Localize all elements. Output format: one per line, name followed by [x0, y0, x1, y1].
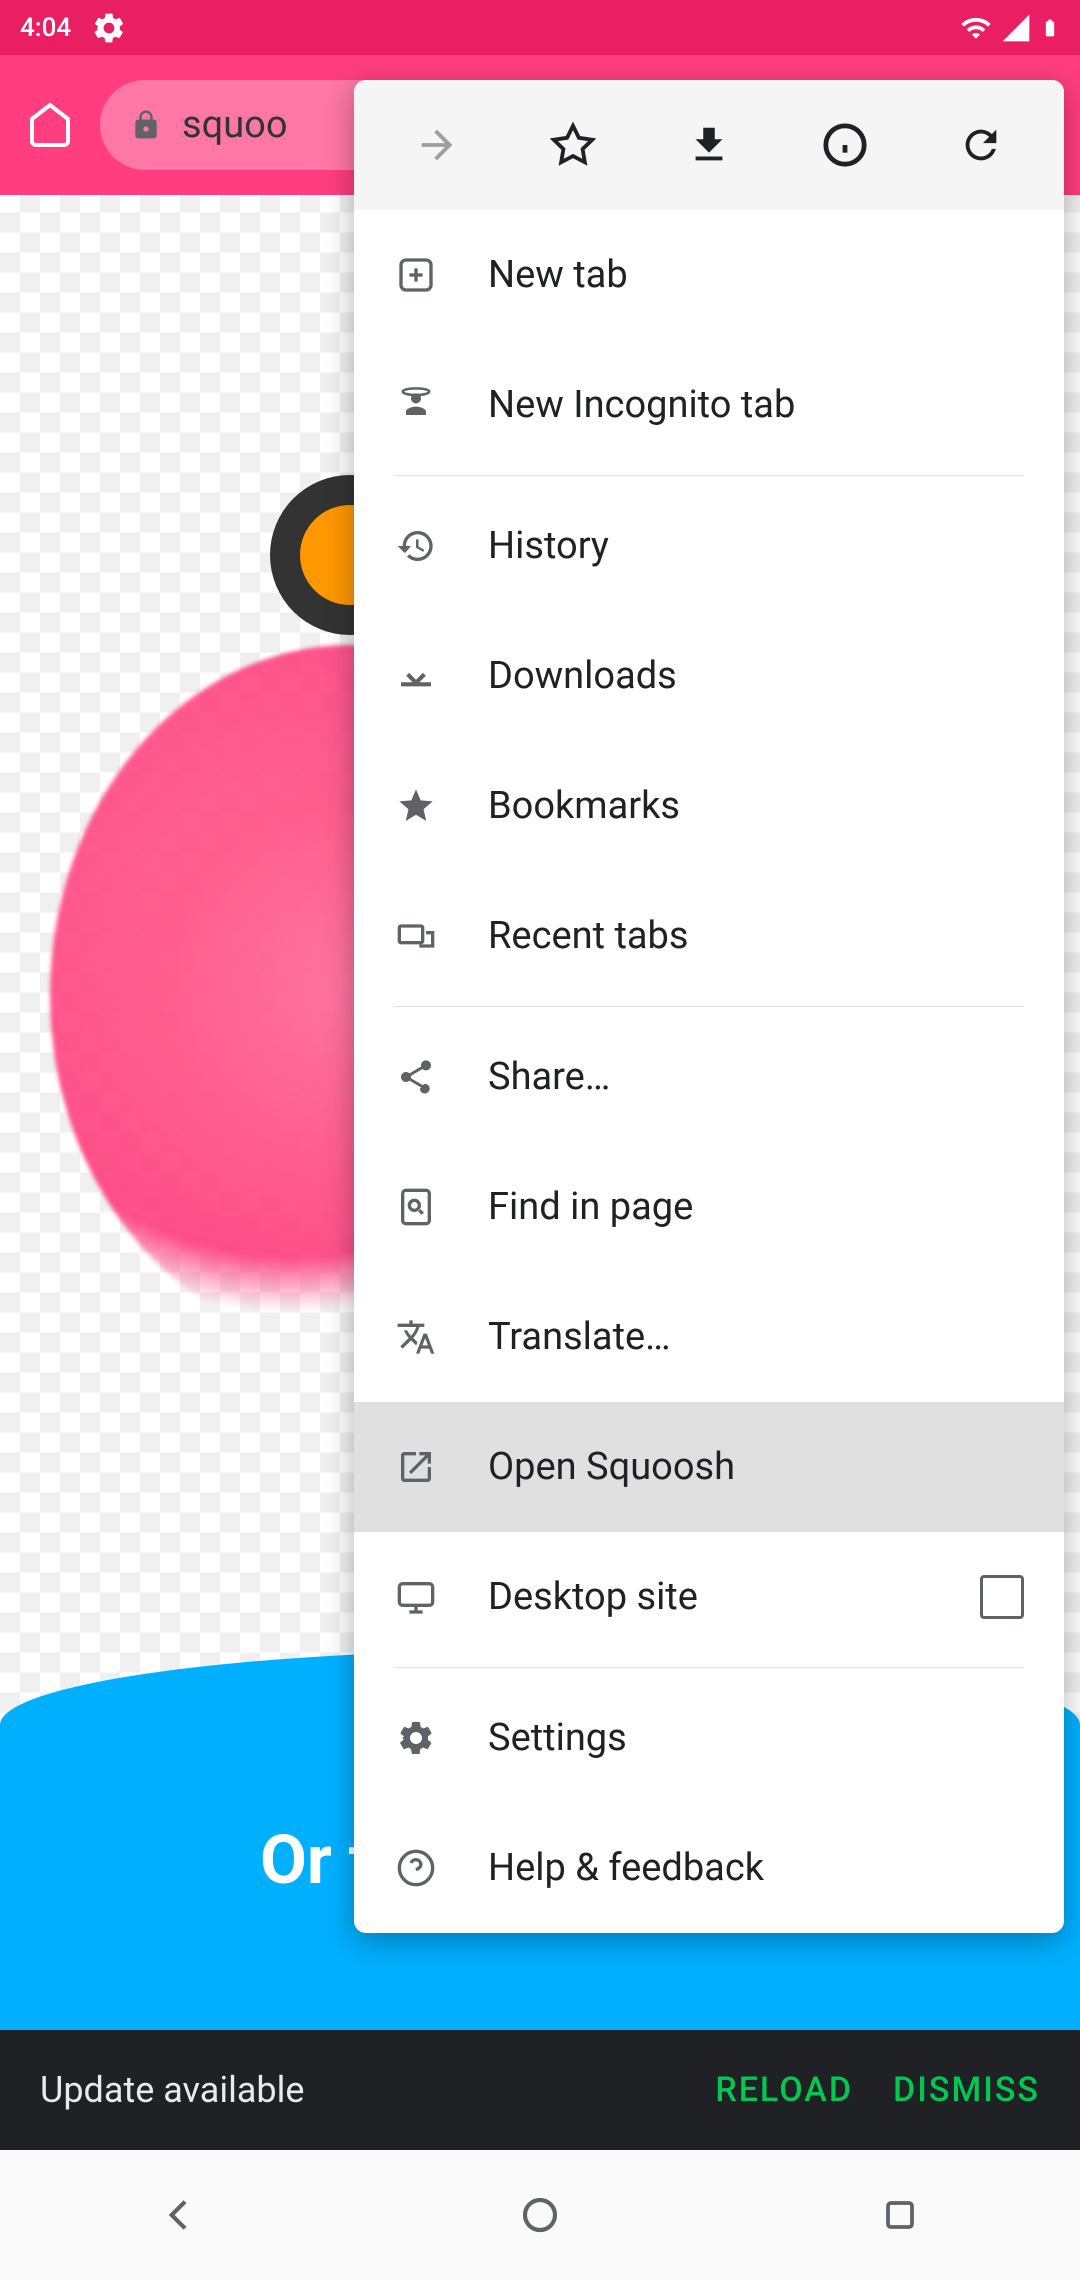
settings-icon	[394, 1716, 438, 1760]
menu-label: Open Squoosh	[488, 1445, 1024, 1489]
menu-downloads[interactable]: Downloads	[354, 611, 1064, 741]
help-icon	[394, 1846, 438, 1890]
desktop-icon	[394, 1575, 438, 1619]
snackbar-message: Update available	[40, 2069, 675, 2111]
find-icon	[394, 1185, 438, 1229]
history-icon	[394, 524, 438, 568]
menu-label: Downloads	[488, 654, 1024, 698]
incognito-icon	[394, 383, 438, 427]
menu-desktop-site[interactable]: Desktop site	[354, 1532, 1064, 1662]
forward-button[interactable]	[407, 115, 467, 175]
menu-history[interactable]: History	[354, 481, 1064, 611]
menu-settings[interactable]: Settings	[354, 1673, 1064, 1803]
menu-bookmarks[interactable]: Bookmarks	[354, 741, 1064, 871]
menu-open-app[interactable]: Open Squoosh	[354, 1402, 1064, 1532]
wifi-icon	[960, 12, 992, 44]
menu-label: History	[488, 524, 1024, 568]
menu-label: Translate…	[488, 1315, 1024, 1359]
menu-divider	[394, 1667, 1024, 1668]
menu-divider	[394, 1006, 1024, 1007]
menu-help[interactable]: Help & feedback	[354, 1803, 1064, 1933]
recent-tabs-icon	[394, 914, 438, 958]
downloads-icon	[394, 654, 438, 698]
home-nav-button[interactable]	[510, 2185, 570, 2245]
back-button[interactable]	[150, 2185, 210, 2245]
open-app-icon	[394, 1445, 438, 1489]
menu-top-actions	[354, 80, 1064, 210]
url-text: squoo	[182, 103, 288, 147]
new-tab-icon	[394, 253, 438, 297]
menu-label: Help & feedback	[488, 1846, 1024, 1890]
menu-label: Recent tabs	[488, 914, 1024, 958]
menu-find-in-page[interactable]: Find in page	[354, 1142, 1064, 1272]
recents-button[interactable]	[870, 2185, 930, 2245]
bookmark-button[interactable]	[543, 115, 603, 175]
dismiss-action[interactable]: DISMISS	[893, 2070, 1040, 2110]
menu-label: New tab	[488, 253, 1024, 297]
menu-translate[interactable]: Translate…	[354, 1272, 1064, 1402]
status-bar: 4:04	[0, 0, 1080, 55]
battery-icon	[1040, 12, 1060, 44]
menu-label: Desktop site	[488, 1575, 930, 1619]
menu-label: Find in page	[488, 1185, 1024, 1229]
desktop-checkbox[interactable]	[980, 1575, 1024, 1619]
menu-label: Settings	[488, 1716, 1024, 1760]
menu-label: New Incognito tab	[488, 383, 1024, 427]
menu-recent-tabs[interactable]: Recent tabs	[354, 871, 1064, 1001]
settings-gear-icon	[91, 10, 127, 46]
reload-button[interactable]	[951, 115, 1011, 175]
chrome-menu: New tab New Incognito tab History Downlo…	[354, 80, 1064, 1933]
download-button[interactable]	[679, 115, 739, 175]
reload-action[interactable]: RELOAD	[715, 2070, 853, 2110]
menu-divider	[394, 475, 1024, 476]
lock-icon	[130, 109, 162, 141]
android-nav-bar	[0, 2150, 1080, 2280]
bookmarks-icon	[394, 784, 438, 828]
menu-new-incognito[interactable]: New Incognito tab	[354, 340, 1064, 470]
status-time: 4:04	[20, 13, 71, 43]
menu-label: Share…	[488, 1055, 1024, 1099]
cellular-icon	[1000, 12, 1032, 44]
home-button[interactable]	[20, 95, 80, 155]
update-snackbar: Update available RELOAD DISMISS	[0, 2030, 1080, 2150]
share-icon	[394, 1055, 438, 1099]
info-button[interactable]	[815, 115, 875, 175]
menu-new-tab[interactable]: New tab	[354, 210, 1064, 340]
translate-icon	[394, 1315, 438, 1359]
menu-share[interactable]: Share…	[354, 1012, 1064, 1142]
menu-label: Bookmarks	[488, 784, 1024, 828]
